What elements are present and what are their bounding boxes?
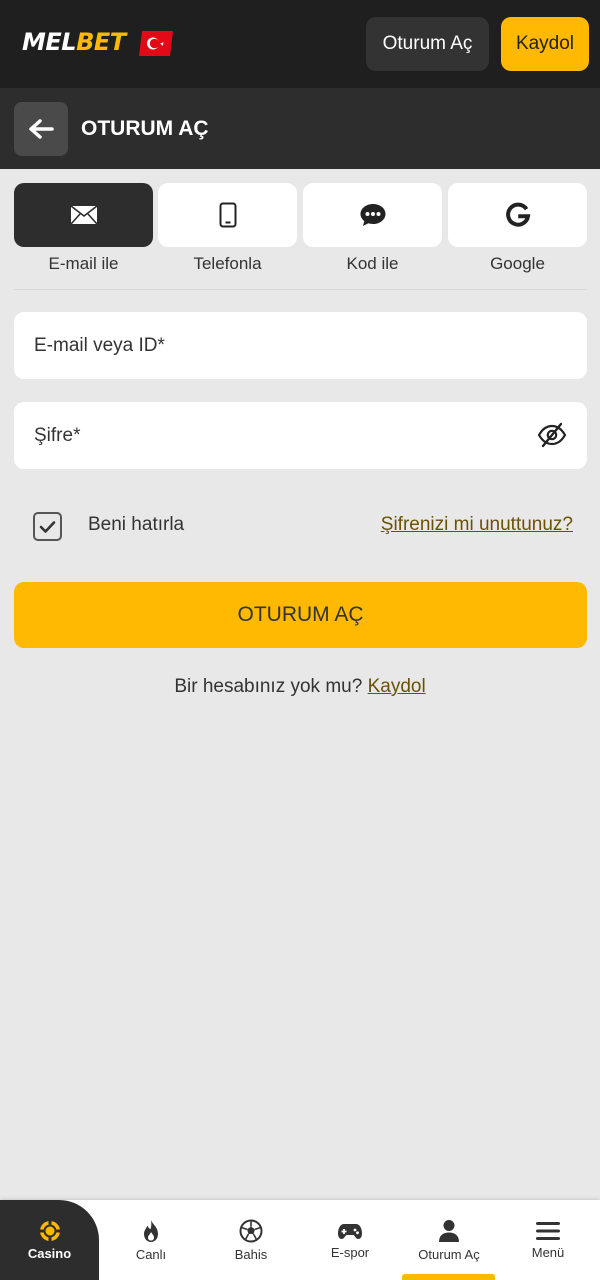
soccer-ball-icon <box>239 1219 263 1242</box>
top-header: MELBET Oturum Aç Kaydol <box>0 0 600 88</box>
tab-code-label: Kod ile <box>346 254 399 273</box>
turkey-flag-icon[interactable] <box>139 31 173 56</box>
divider <box>14 289 587 290</box>
no-account-text: Bir hesabınız yok mu? <box>174 676 363 697</box>
remember-checkbox[interactable] <box>33 512 62 541</box>
tab-email[interactable] <box>14 183 153 247</box>
bottom-nav: Casino Canlı Bahis E-spor Oturum Aç Menü <box>0 1200 600 1280</box>
remember-label[interactable]: Beni hatırla <box>88 514 184 536</box>
melbet-logo[interactable]: MELBET <box>22 28 126 56</box>
gamepad-icon <box>338 1223 362 1239</box>
register-link[interactable]: Kaydol <box>368 676 426 697</box>
login-submit-button[interactable]: OTURUM AÇ <box>14 582 587 648</box>
nav-casino[interactable]: Casino <box>0 1200 99 1280</box>
header-login-button[interactable]: Oturum Aç <box>366 17 489 71</box>
tab-code[interactable] <box>303 183 442 247</box>
arrow-left-icon <box>29 119 54 139</box>
page-title: OTURUM AÇ <box>81 116 209 140</box>
password-field-container <box>14 402 587 469</box>
header-register-button[interactable]: Kaydol <box>501 17 589 71</box>
password-field[interactable] <box>34 402 534 469</box>
nav-esports-label: E-spor <box>330 1244 370 1260</box>
tab-google-label: Google <box>490 254 545 273</box>
envelope-icon <box>69 205 98 225</box>
nav-live-label: Canlı <box>135 1246 167 1262</box>
nav-login[interactable]: Oturum Aç <box>399 1200 499 1280</box>
nav-sports[interactable]: Bahis <box>201 1200 301 1280</box>
forgot-password-link[interactable]: Şifrenizi mi unuttunuz? <box>381 514 573 536</box>
tab-phone-label: Telefonla <box>193 254 262 273</box>
nav-menu-label: Menü <box>531 1244 565 1260</box>
active-nav-indicator <box>402 1274 495 1280</box>
hamburger-icon <box>536 1221 560 1240</box>
chat-icon <box>360 204 385 226</box>
flame-icon <box>144 1219 158 1242</box>
back-button[interactable] <box>14 102 68 156</box>
title-bar: OTURUM AÇ <box>0 88 600 169</box>
email-field[interactable] <box>34 312 534 379</box>
tab-email-label: E-mail ile <box>48 254 119 273</box>
user-icon <box>439 1219 459 1242</box>
nav-live[interactable]: Canlı <box>101 1200 201 1280</box>
tab-phone[interactable] <box>158 183 297 247</box>
nav-casino-label: Casino <box>27 1245 72 1261</box>
email-field-container <box>14 312 587 379</box>
eye-off-icon[interactable] <box>537 422 567 448</box>
nav-sports-label: Bahis <box>234 1246 268 1262</box>
phone-icon <box>219 202 236 228</box>
signup-prompt: Bir hesabınız yok mu? Kaydol <box>0 676 600 698</box>
nav-menu[interactable]: Menü <box>498 1200 598 1280</box>
nav-login-label: Oturum Aç <box>418 1246 480 1262</box>
tab-google[interactable] <box>448 183 587 247</box>
checkmark-icon <box>39 520 56 533</box>
casino-chip-icon <box>39 1220 60 1241</box>
google-icon <box>505 202 530 227</box>
nav-esports[interactable]: E-spor <box>300 1200 400 1280</box>
